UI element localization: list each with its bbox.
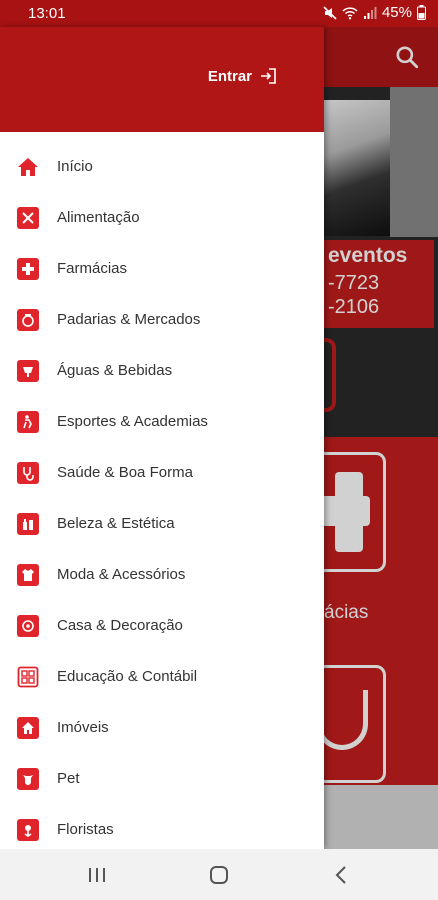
menu-item-label: Águas & Bebidas <box>57 362 173 379</box>
menu-item-label: Floristas <box>57 821 114 838</box>
education-icon <box>17 666 39 688</box>
menu-item-beleza[interactable]: Beleza & Estética <box>0 498 324 549</box>
menu-item-esportes[interactable]: Esportes & Academias <box>0 396 324 447</box>
mute-icon <box>323 5 337 20</box>
florist-icon <box>17 818 39 841</box>
system-navigation-bar <box>0 849 438 900</box>
login-icon <box>261 68 276 84</box>
menu-item-moda[interactable]: Moda & Acessórios <box>0 549 324 600</box>
home-button[interactable] <box>206 862 232 888</box>
menu-item-label: Moda & Acessórios <box>57 566 186 583</box>
menu-item-label: Esportes & Academias <box>57 413 208 430</box>
signal-icon <box>363 6 377 19</box>
fashion-icon <box>17 563 39 586</box>
status-icons: 45% <box>323 4 426 21</box>
menu-item-inicio[interactable]: Início <box>0 141 324 192</box>
menu-item-imoveis[interactable]: Imóveis <box>0 702 324 753</box>
menu-item-label: Imóveis <box>57 719 109 736</box>
wifi-icon <box>342 6 358 19</box>
bakery-icon <box>17 308 39 331</box>
menu-item-label: Farmácias <box>57 260 128 277</box>
menu-item-label: Casa & Decoração <box>57 617 183 634</box>
status-time: 13:01 <box>28 5 66 22</box>
pet-icon <box>17 767 39 790</box>
menu-item-floristas[interactable]: Floristas <box>0 804 324 849</box>
back-icon <box>335 866 346 884</box>
menu-item-saude[interactable]: Saúde & Boa Forma <box>0 447 324 498</box>
pharmacy-cross-icon <box>17 257 39 280</box>
beauty-icon <box>17 512 39 535</box>
menu-item-label: Saúde & Boa Forma <box>57 464 193 481</box>
stethoscope-icon <box>17 461 39 484</box>
login-label: Entrar <box>207 67 252 85</box>
menu-item-label: Beleza & Estética <box>57 515 175 532</box>
sports-icon <box>17 410 39 433</box>
menu-item-casa[interactable]: Casa & Decoração <box>0 600 324 651</box>
menu-item-pet[interactable]: Pet <box>0 753 324 804</box>
menu-item-educacao[interactable]: Educação & Contábil <box>0 651 324 702</box>
navigation-drawer: Entrar Início Alimentação Farmácias Pada… <box>0 27 324 849</box>
battery-percent: 45% <box>381 4 412 21</box>
menu-item-farmacias[interactable]: Farmácias <box>0 243 324 294</box>
menu-item-label: Pet <box>57 770 80 787</box>
menu-item-label: Padarias & Mercados <box>57 311 201 328</box>
menu-item-label: Início <box>57 158 93 175</box>
status-bar: 13:01 45% <box>0 0 438 27</box>
category-menu: Início Alimentação Farmácias Padarias & … <box>0 141 324 849</box>
menu-item-alimentacao[interactable]: Alimentação <box>0 192 324 243</box>
real-estate-icon <box>17 716 39 739</box>
recents-button[interactable] <box>84 862 110 888</box>
restaurant-icon <box>17 206 39 229</box>
recents-icon <box>89 868 105 882</box>
beverage-icon <box>17 359 39 382</box>
battery-icon <box>417 5 426 20</box>
drawer-header: Entrar <box>0 27 324 132</box>
menu-item-aguas[interactable]: Águas & Bebidas <box>0 345 324 396</box>
home-nav-icon <box>210 866 228 884</box>
home-icon <box>17 156 39 178</box>
home-decor-icon <box>17 614 39 637</box>
menu-item-label: Alimentação <box>57 209 140 226</box>
menu-item-label: Educação & Contábil <box>57 668 198 685</box>
back-button[interactable] <box>328 862 354 888</box>
menu-item-padarias[interactable]: Padarias & Mercados <box>0 294 324 345</box>
login-button[interactable]: Entrar <box>208 67 278 85</box>
